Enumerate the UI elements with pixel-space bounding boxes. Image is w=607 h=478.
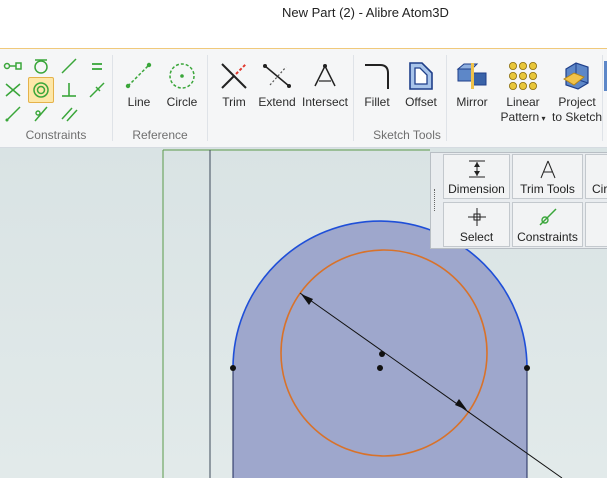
constraints-palette-button[interactable]: Constraints <box>512 202 583 247</box>
parallel-constraint-icon[interactable] <box>58 103 80 125</box>
circle-icon <box>165 59 199 93</box>
sketch-tools-group-label: Sketch Tools <box>373 128 441 142</box>
tool-divider <box>602 55 603 141</box>
project-to-sketch-label: Project to Sketch <box>549 95 605 125</box>
trim-tools-label: Trim Tools <box>520 182 575 196</box>
constraints-palette-icon <box>536 206 560 228</box>
empty-palette-slot[interactable] <box>585 202 607 247</box>
tangent-constraint-icon[interactable] <box>30 55 52 77</box>
ribbon: Constraints Line Circle Reference Trim E… <box>0 48 607 148</box>
line-button[interactable]: Line <box>119 55 159 127</box>
intersection-constraint-icon[interactable] <box>2 79 24 101</box>
sketch-point[interactable] <box>230 365 236 371</box>
extend-icon <box>260 59 294 93</box>
project-to-sketch-button[interactable]: Project to Sketch <box>549 55 605 127</box>
title-bar: New Part (2) - Alibre Atom3D <box>0 0 607 26</box>
reference-group: Line Circle Reference <box>113 49 207 147</box>
linear-pattern-button[interactable]: Linear Pattern ▾ <box>498 55 548 127</box>
sketch-tools-group: Trim Extend Intersect Fillet Offset Mirr… <box>208 49 607 147</box>
sketch-palette: Dimension Trim Tools Cir Select Constrai… <box>430 152 607 249</box>
intersect-button[interactable]: Intersect <box>300 55 350 127</box>
trim-tools-icon <box>536 158 560 180</box>
circle-tools-button[interactable]: Cir <box>585 154 607 199</box>
constraints-group: Constraints <box>0 49 112 147</box>
offset-icon <box>404 59 438 93</box>
intersect-label: Intersect <box>301 95 349 109</box>
fix-constraint-icon[interactable] <box>86 79 108 101</box>
circle-tools-label: Cir <box>592 182 607 196</box>
linear-pattern-label-line1: Linear <box>506 95 540 109</box>
sketch-point[interactable] <box>524 365 530 371</box>
dropdown-arrow-icon: ▾ <box>539 114 546 123</box>
circle-button[interactable]: Circle <box>161 55 203 127</box>
project-to-sketch-icon <box>560 59 594 93</box>
trim-icon <box>217 59 251 93</box>
select-button[interactable]: Select <box>443 202 510 247</box>
window-title: New Part (2) - Alibre Atom3D <box>282 5 449 20</box>
horizontal-constraint-icon[interactable] <box>2 103 24 125</box>
linear-pattern-label: Linear Pattern ▾ <box>498 95 548 126</box>
symmetric-constraint-icon[interactable] <box>30 103 52 125</box>
palette-grip-handle[interactable] <box>434 189 437 211</box>
trim-label: Trim <box>222 95 246 109</box>
dimension-label: Dimension <box>448 182 505 196</box>
project-label-line2: to Sketch <box>551 110 603 124</box>
reference-group-label: Reference <box>132 128 188 142</box>
select-crosshair-icon <box>465 206 489 228</box>
select-label: Select <box>459 230 494 244</box>
mirror-button[interactable]: Mirror <box>449 55 495 127</box>
linear-pattern-label-line2: Pattern <box>500 110 540 124</box>
extend-label: Extend <box>258 95 296 109</box>
perpendicular-constraint-icon[interactable] <box>58 79 80 101</box>
extend-button[interactable]: Extend <box>256 55 298 127</box>
circle-center-point[interactable] <box>379 351 385 357</box>
line-label: Line <box>127 95 151 109</box>
dimension-icon <box>465 158 489 180</box>
circle-label: Circle <box>166 95 198 109</box>
intersect-icon <box>308 59 342 93</box>
arc-center-point[interactable] <box>377 365 383 371</box>
offset-button[interactable]: Offset <box>400 55 442 127</box>
constraints-group-label: Constraints <box>25 128 87 142</box>
linear-pattern-icon <box>506 59 540 93</box>
coincident-constraint-icon[interactable] <box>2 55 24 77</box>
constraints-palette-label: Constraints <box>517 230 578 244</box>
line-icon <box>122 59 156 93</box>
concentric-constraint-icon[interactable] <box>28 77 54 103</box>
fillet-label: Fillet <box>364 95 390 109</box>
fillet-button[interactable]: Fillet <box>356 55 398 127</box>
dimension-button[interactable]: Dimension <box>443 154 510 199</box>
equal-constraint-icon[interactable] <box>86 55 108 77</box>
collinear-constraint-icon[interactable] <box>58 55 80 77</box>
constraints-grid <box>2 55 110 125</box>
trim-tools-button[interactable]: Trim Tools <box>512 154 583 199</box>
mirror-label: Mirror <box>456 95 488 109</box>
offset-label: Offset <box>405 95 437 109</box>
fillet-icon <box>360 59 394 93</box>
trim-button[interactable]: Trim <box>214 55 254 127</box>
mirror-icon <box>455 59 489 93</box>
project-label-line1: Project <box>558 95 596 109</box>
